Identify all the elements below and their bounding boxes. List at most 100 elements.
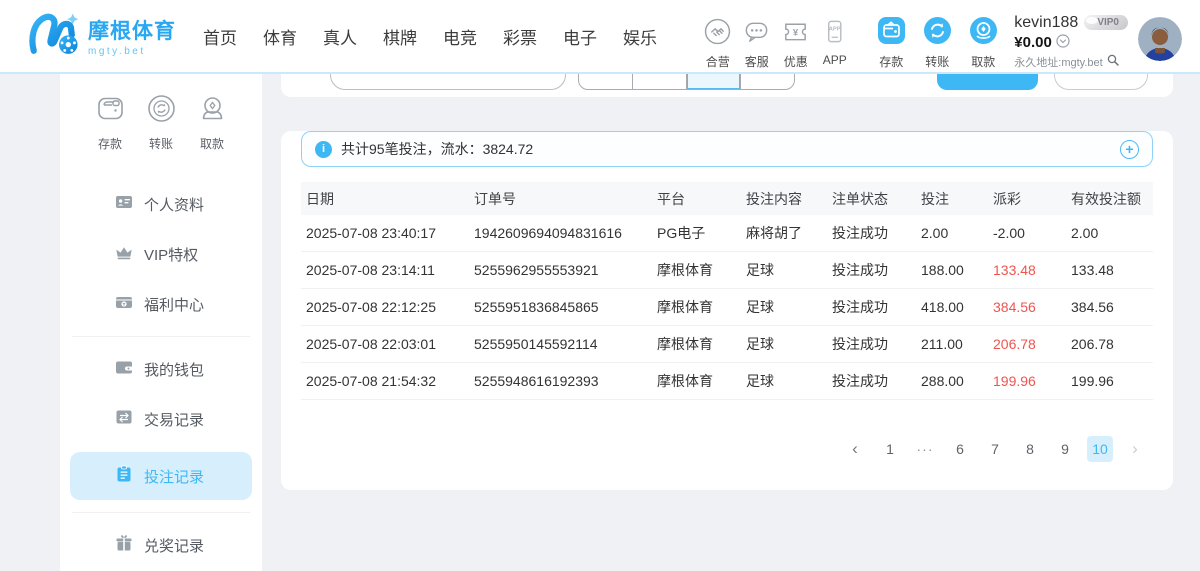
segment-option-3-selected[interactable] [686, 74, 740, 89]
sidebar-item-vip[interactable]: VIP特权 [60, 229, 262, 279]
segment-option-1[interactable] [579, 74, 632, 89]
bet-records-icon [115, 465, 133, 488]
cell-platform: 摩根体育 [652, 297, 741, 317]
pagination-ellipsis[interactable]: ··· [912, 436, 938, 462]
table-row: 2025-07-08 22:03:01 5255950145592114 摩根体… [301, 326, 1153, 363]
pagination-page-1[interactable]: 1 [877, 436, 903, 462]
expand-plus-icon[interactable]: + [1120, 140, 1139, 159]
deposit-icon [877, 16, 906, 50]
cell-status: 投注成功 [827, 334, 916, 354]
wallet-actions: 存款 转账 [868, 3, 1006, 70]
main-content: i 共计95笔投注，流水：3824.72 + 日期 订单号 平台 投注内容 注单… [262, 74, 1200, 571]
cell-bet-content: 足球 [741, 371, 827, 391]
pagination-page-8[interactable]: 8 [1017, 436, 1043, 462]
nav-item-cards[interactable]: 棋牌 [370, 24, 430, 49]
mobile-app-icon: APP [821, 18, 848, 50]
info-icon: i [315, 141, 332, 158]
cell-payout: 206.78 [988, 336, 1066, 352]
cell-date: 2025-07-08 21:54:32 [301, 373, 469, 389]
sidebar-deposit-button[interactable]: 存款 [95, 93, 126, 152]
nav-item-live[interactable]: 真人 [310, 24, 370, 49]
table-header: 日期 订单号 平台 投注内容 注单状态 投注 派彩 有效投注额 [301, 182, 1153, 215]
nav-item-slots[interactable]: 电子 [550, 24, 610, 49]
col-valid-amount: 有效投注额 [1066, 189, 1153, 209]
sidebar-withdraw-button[interactable]: 取款 [197, 93, 228, 152]
brand-domain: mgty.bet [88, 46, 176, 57]
username[interactable]: kevin188 [1014, 14, 1078, 32]
segment-option-4[interactable] [740, 74, 794, 89]
cell-status: 投注成功 [827, 297, 916, 317]
sidebar-item-profile[interactable]: 个人资料 [60, 179, 262, 229]
segment-option-2[interactable] [632, 74, 686, 89]
withdraw-outline-icon [197, 93, 228, 129]
cell-order-no: 5255948616192393 [469, 373, 652, 389]
cell-bet-content: 足球 [741, 334, 827, 354]
filter-bar [281, 74, 1173, 97]
withdraw-button[interactable]: 取款 [960, 16, 1006, 70]
sidebar-transfer-button[interactable]: 转账 [146, 93, 177, 152]
header-actions: 合营 客服 ¥ 优惠 [698, 3, 1182, 70]
magnifier-icon[interactable] [1107, 54, 1119, 66]
cell-bet: 211.00 [916, 336, 988, 352]
cell-bet-content: 足球 [741, 260, 827, 280]
pagination-prev[interactable]: ‹ [842, 436, 868, 462]
table-row: 2025-07-08 22:12:25 5255951836845865 摩根体… [301, 289, 1153, 326]
handshake-icon [704, 18, 731, 50]
sidebar-item-bet-records[interactable]: 投注记录 [70, 452, 252, 500]
deposit-button[interactable]: 存款 [868, 16, 914, 70]
sidebar: 存款 转账 [60, 74, 262, 571]
cell-platform: 摩根体育 [652, 260, 741, 280]
avatar[interactable] [1138, 17, 1182, 61]
cell-payout: 384.56 [988, 299, 1066, 315]
pagination-page-6[interactable]: 6 [947, 436, 973, 462]
app-download-button[interactable]: APP APP [815, 18, 854, 67]
cell-date: 2025-07-08 23:14:11 [301, 262, 469, 278]
cell-order-no: 1942609694094831616 [469, 225, 652, 241]
pagination-page-9[interactable]: 9 [1052, 436, 1078, 462]
sidebar-menu: 个人资料 VIP特权 [60, 179, 262, 570]
nav-item-esports[interactable]: 电竞 [430, 24, 490, 49]
cell-payout: 199.96 [988, 373, 1066, 389]
pagination-next[interactable]: › [1122, 436, 1148, 462]
balance-amount: ¥0.00 [1014, 34, 1052, 51]
pagination-page-7[interactable]: 7 [982, 436, 1008, 462]
nav-item-home[interactable]: 首页 [190, 24, 250, 49]
header: 摩根体育 mgty.bet 首页 体育 真人 棋牌 电竞 彩票 电子 娱乐 [0, 0, 1200, 74]
date-range-input[interactable] [330, 74, 566, 90]
date-quick-segments [578, 74, 795, 90]
brand-logo-icon [26, 11, 84, 62]
cell-bet-content: 麻将胡了 [741, 223, 827, 243]
promotions-button[interactable]: ¥ 优惠 [776, 18, 815, 70]
pagination-page-10-active[interactable]: 10 [1087, 436, 1113, 462]
sidebar-item-prize-records[interactable]: 兑奖记录 [60, 520, 262, 570]
withdraw-icon [969, 16, 998, 50]
sidebar-item-welfare[interactable]: 福利中心 [60, 279, 262, 329]
customer-service-button[interactable]: 客服 [737, 18, 776, 70]
partner-button[interactable]: 合营 [698, 18, 737, 70]
sidebar-item-transactions[interactable]: 交易记录 [60, 394, 262, 444]
cell-platform: PG电子 [652, 223, 741, 243]
cell-date: 2025-07-08 23:40:17 [301, 225, 469, 241]
nav-item-entertainment[interactable]: 娱乐 [610, 24, 670, 49]
toggle-balance-icon[interactable] [1056, 34, 1070, 48]
permanent-address: 永久地址:mgty.bet [1014, 54, 1102, 70]
svg-text:APP: APP [829, 26, 841, 32]
sidebar-item-wallet[interactable]: 我的钱包 [60, 344, 262, 394]
cell-date: 2025-07-08 22:12:25 [301, 299, 469, 315]
nav-item-lottery[interactable]: 彩票 [490, 24, 550, 49]
col-date: 日期 [301, 189, 469, 209]
cell-status: 投注成功 [827, 260, 916, 280]
summary-bar: i 共计95笔投注，流水：3824.72 + [301, 131, 1153, 167]
main-nav: 首页 体育 真人 棋牌 电竞 彩票 电子 娱乐 [190, 24, 670, 49]
cell-payout: -2.00 [988, 225, 1066, 241]
cell-platform: 摩根体育 [652, 334, 741, 354]
transfer-button[interactable]: 转账 [914, 16, 960, 70]
brand-name: 摩根体育 [88, 15, 176, 45]
table-row: 2025-07-08 23:14:11 5255962955553921 摩根体… [301, 252, 1153, 289]
search-button[interactable] [937, 74, 1038, 90]
crown-icon [115, 243, 133, 266]
id-card-icon [115, 193, 133, 216]
nav-item-sports[interactable]: 体育 [250, 24, 310, 49]
brand-logo[interactable]: 摩根体育 mgty.bet [26, 11, 176, 62]
reset-button[interactable] [1054, 74, 1148, 90]
